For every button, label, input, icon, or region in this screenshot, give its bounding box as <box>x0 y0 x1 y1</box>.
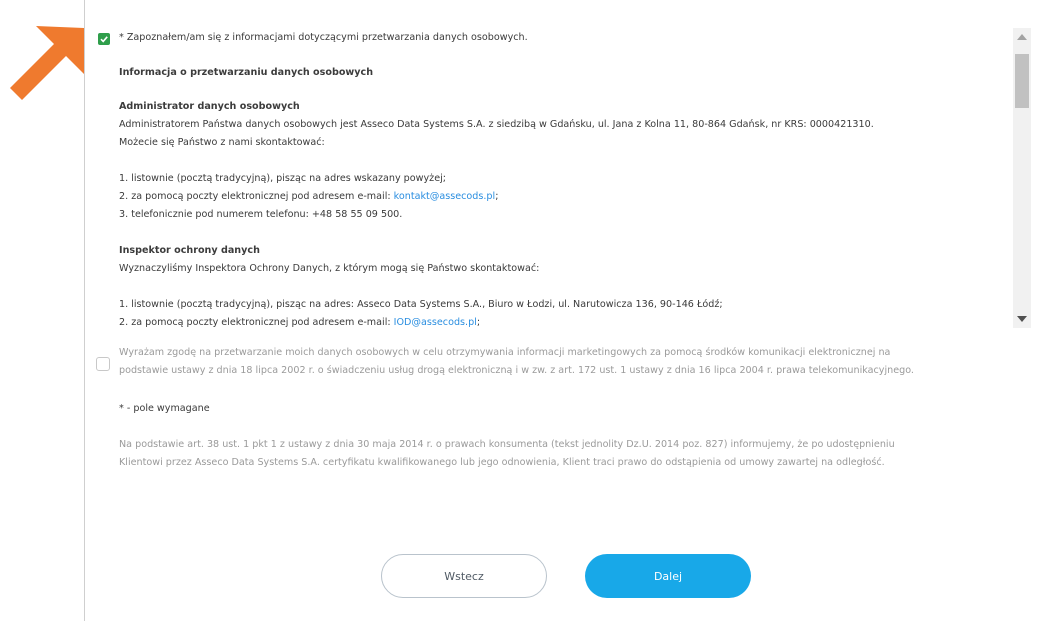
legal-note-line1: Na podstawie art. 38 ust. 1 pkt 1 z usta… <box>119 439 895 450</box>
iod-email-prefix: 2. za pomocą poczty elektronicznej pod a… <box>119 317 394 328</box>
back-button[interactable]: Wstecz <box>381 554 547 598</box>
pointer-arrow-icon <box>10 26 84 100</box>
required-consent-label: * Zapoznałem/am się z informacjami dotyc… <box>119 32 528 43</box>
required-consent-scroll-area[interactable]: * Zapoznałem/am się z informacjami dotyc… <box>85 14 1013 332</box>
marketing-consent-text-line2: podstawie ustawy z dnia 18 lipca 2002 r.… <box>119 365 914 376</box>
admin-contact-email: 2. za pomocą poczty elektronicznej pod a… <box>119 188 498 205</box>
admin-email-suffix: ; <box>495 191 499 202</box>
iod-email-suffix: ; <box>476 317 481 328</box>
consent-panel: * Zapoznałem/am się z informacjami dotyc… <box>84 0 1046 621</box>
info-heading: Informacja o przetwarzaniu danych osobow… <box>119 67 374 78</box>
required-field-note: * - pole wymagane <box>119 403 210 414</box>
admin-contact-post: 1. listownie (pocztą tradycyjną), pisząc… <box>119 173 446 184</box>
iod-contact-post: 1. listownie (pocztą tradycyjną), pisząc… <box>119 299 723 310</box>
iod-heading: Inspektor ochrony danych <box>119 245 260 256</box>
marketing-consent-text-line1: Wyrażam zgodę na przetwarzanie moich dan… <box>119 347 891 358</box>
admin-contact-intro: Możecie się Państwo z nami skontaktować: <box>119 137 325 148</box>
legal-note-line2: Klientowi przez Asseco Data Systems S.A.… <box>119 457 885 468</box>
iod-text: Wyznaczyliśmy Inspektora Ochrony Danych,… <box>119 263 540 274</box>
scrollbar[interactable] <box>1013 28 1031 328</box>
admin-heading: Administrator danych osobowych <box>119 101 300 112</box>
admin-contact-phone: 3. telefonicznie pod numerem telefonu: +… <box>119 209 403 220</box>
scroll-up-arrow-icon[interactable] <box>1017 34 1027 40</box>
scrollbar-thumb[interactable] <box>1015 54 1029 108</box>
admin-email-link[interactable]: kontakt@assecods.pl <box>394 191 496 202</box>
iod-contact-email: 2. za pomocą poczty elektronicznej pod a… <box>119 314 480 331</box>
required-consent-checkbox[interactable] <box>98 33 110 45</box>
checkmark-icon <box>100 36 108 43</box>
scroll-down-arrow-icon[interactable] <box>1017 316 1027 322</box>
marketing-consent-checkbox[interactable] <box>96 357 110 371</box>
next-button[interactable]: Dalej <box>585 554 751 598</box>
iod-email-link[interactable]: IOD@assecods.pl <box>394 317 477 328</box>
admin-text: Administratorem Państwa danych osobowych… <box>119 119 874 130</box>
admin-email-prefix: 2. za pomocą poczty elektronicznej pod a… <box>119 191 394 202</box>
